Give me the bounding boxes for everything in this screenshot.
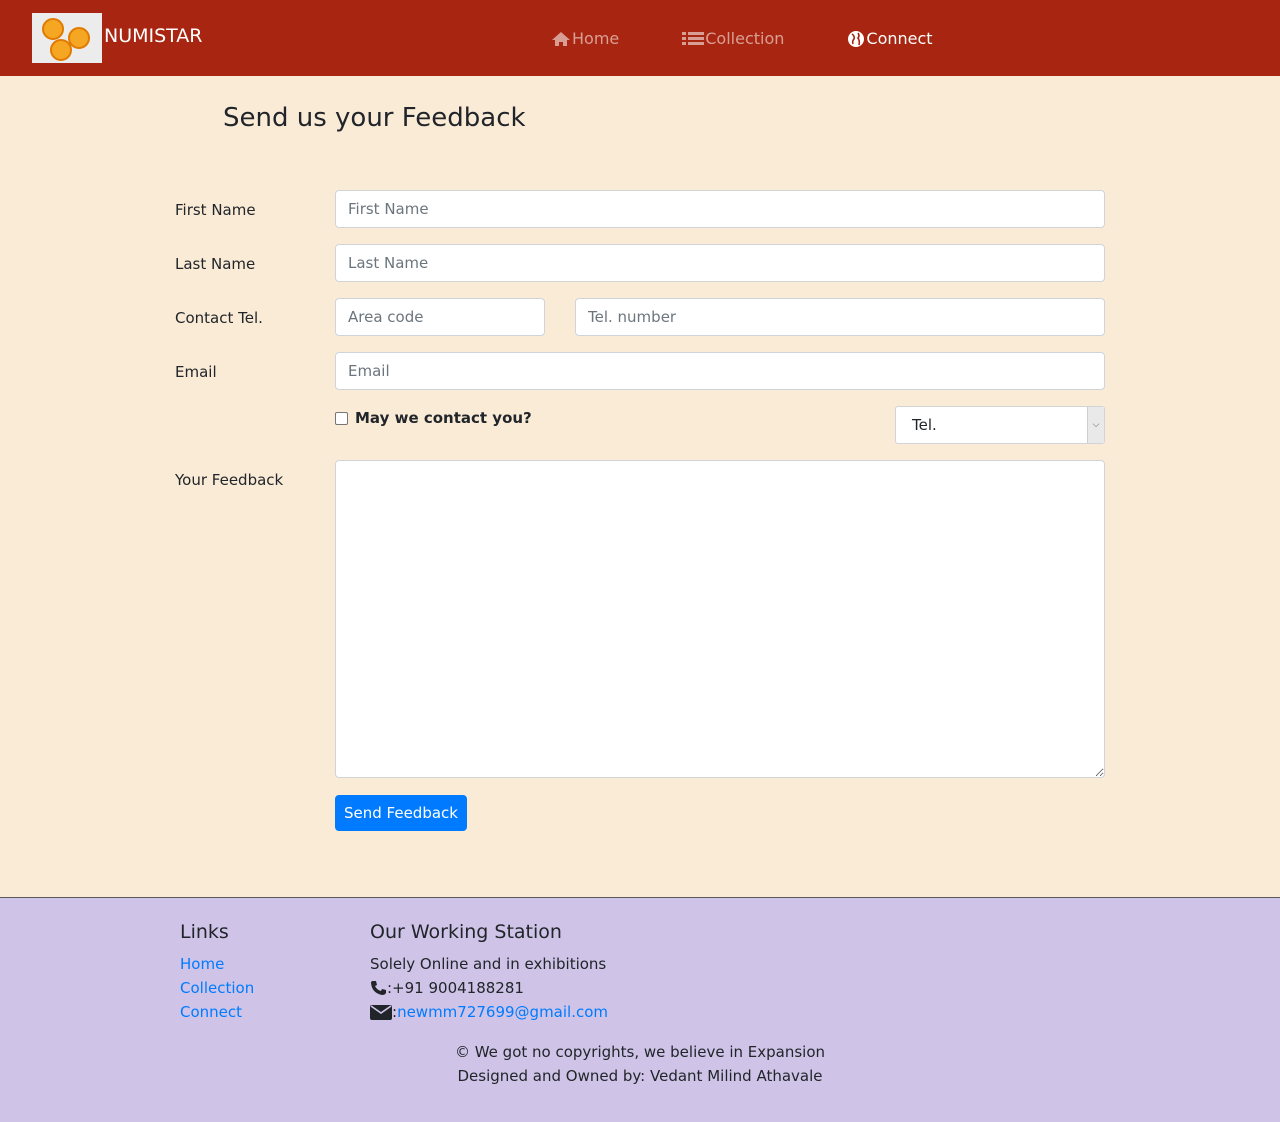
globe-icon (848, 31, 865, 47)
tel-number-input[interactable] (575, 298, 1105, 336)
brand[interactable]: NUMISTAR (32, 13, 203, 63)
nav-connect-label: Connect (866, 29, 933, 48)
footer-link-connect[interactable]: Connect (180, 1002, 242, 1022)
list-icon (682, 32, 705, 45)
navbar: NUMISTAR Home Collection Connect (0, 0, 1280, 76)
nav-menu: Home Collection Connect (551, 28, 933, 50)
contact-checkbox-label[interactable]: May we contact you? (355, 409, 532, 427)
footer-link-collection[interactable]: Collection (180, 978, 254, 998)
nav-home-label: Home (572, 29, 620, 48)
last-name-label: Last Name (175, 255, 256, 273)
footer: Links Home Collection Connect Our Workin… (0, 897, 1280, 1122)
contact-method-value: Tel. (912, 416, 937, 434)
footer-link-home[interactable]: Home (180, 954, 224, 974)
contact-consent: May we contact you? (335, 409, 532, 427)
email-link[interactable]: newmm727699@gmail.com (397, 1002, 608, 1022)
page-title: Send us your Feedback (223, 103, 526, 133)
links-heading: Links (180, 921, 229, 943)
email-label: Email (175, 363, 217, 381)
nav-home[interactable]: Home (551, 28, 619, 50)
send-feedback-button[interactable]: Send Feedback (335, 795, 467, 831)
email-input[interactable] (335, 352, 1105, 390)
nav-collection-label: Collection (705, 29, 785, 48)
contact-tel-label: Contact Tel. (175, 309, 263, 327)
phone-icon (371, 981, 386, 995)
area-code-input[interactable] (335, 298, 545, 336)
coins-logo (32, 13, 102, 63)
chevron-down-icon[interactable]: ⌵ (1087, 407, 1104, 443)
phone-line: :+91 9004188281 (370, 978, 524, 998)
nav-collection[interactable]: Collection (682, 28, 784, 50)
copyright-text: © We got no copyrights, we believe in Ex… (454, 1043, 826, 1061)
home-icon (552, 32, 570, 46)
envelope-icon (370, 1005, 392, 1020)
station-text-value: Solely Online and in exhibitions (370, 955, 607, 973)
email-line: : newmm727699@gmail.com (370, 1002, 608, 1022)
phone-number: :+91 9004188281 (387, 979, 524, 997)
station-text: Solely Online and in exhibitions (370, 954, 606, 974)
first-name-label: First Name (175, 201, 256, 219)
feedback-label: Your Feedback (175, 471, 284, 489)
nav-connect[interactable]: Connect (847, 28, 933, 50)
owner-text: Designed and Owned by: Vedant Milind Ath… (457, 1067, 823, 1085)
contact-method-select[interactable]: Tel. ⌵ (895, 406, 1105, 444)
brand-name: NUMISTAR (104, 25, 203, 47)
station-heading: Our Working Station (370, 921, 562, 943)
contact-checkbox[interactable] (335, 411, 348, 425)
feedback-textarea[interactable] (335, 460, 1105, 778)
first-name-input[interactable] (335, 190, 1105, 228)
last-name-input[interactable] (335, 244, 1105, 282)
